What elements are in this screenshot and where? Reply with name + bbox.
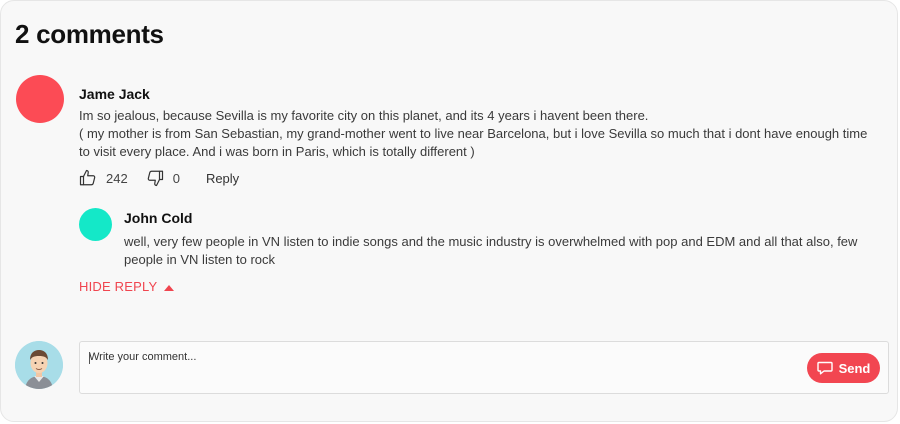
like-count: 242 (106, 170, 128, 186)
caret-up-icon (164, 279, 175, 294)
comments-panel: 2 comments Jame Jack Im so jealous, beca… (0, 0, 898, 422)
dislike-button[interactable]: 0 (146, 169, 180, 187)
reply-body: well, very few people in VN listen to in… (124, 234, 858, 267)
comment-line: Im so jealous, because Sevilla is my fav… (79, 108, 649, 123)
hide-reply-button[interactable]: HIDE REPLY (79, 279, 175, 294)
comment-input[interactable] (89, 351, 789, 371)
john-cold-avatar (79, 208, 112, 241)
chat-bubble-icon (816, 361, 833, 375)
like-button[interactable]: 242 (79, 169, 128, 187)
comments-count-title: 2 comments (15, 19, 164, 49)
comment-actions: 242 0 Reply (79, 167, 239, 189)
comment-line: ( my mother is from San Sebastian, my gr… (79, 126, 868, 159)
dislike-count: 0 (172, 170, 180, 186)
send-button[interactable]: Send (807, 353, 880, 383)
thumbs-down-icon (146, 169, 164, 187)
user-avatar-icon (15, 341, 63, 389)
thumbs-up-icon (79, 169, 97, 187)
comment-author: Jame Jack (79, 86, 150, 102)
reply-author: John Cold (124, 210, 193, 226)
send-label: Send (838, 360, 871, 376)
reply-button[interactable]: Reply (206, 171, 239, 186)
comment-input-box: Send (79, 341, 889, 394)
comment-body: Im so jealous, because Sevilla is my fav… (79, 107, 879, 161)
jame-jack-avatar (16, 75, 64, 123)
hide-reply-label: HIDE REPLY (79, 279, 158, 294)
